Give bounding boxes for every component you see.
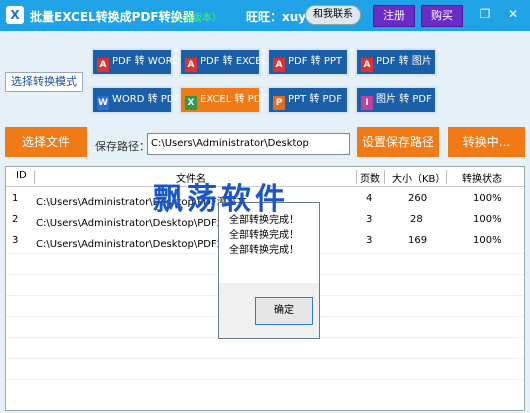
pdf-to-image-button[interactable]: A PDF 转 图片 <box>355 48 437 76</box>
cell-pages: 3 <box>366 235 373 246</box>
ok-button[interactable]: 确定 <box>255 297 313 325</box>
contact-button[interactable]: 和我联系 <box>305 5 361 25</box>
button-label: PDF 转 EXCEL <box>200 56 268 67</box>
buy-button[interactable]: 购买 <box>421 5 463 27</box>
title-bar: X 批量EXCEL转换成PDF转换器 （1.0版本） 旺旺：xuyan3w 和我… <box>0 0 530 31</box>
mode-label: 选择转换模式 <box>5 72 83 92</box>
button-label: PPT 转 PDF <box>288 94 343 105</box>
ppt-to-pdf-button[interactable]: P PPT 转 PDF <box>267 86 349 114</box>
cell-size: 260 <box>408 193 428 204</box>
save-path-field[interactable]: C:\Users\Administrator\Desktop <box>147 133 350 155</box>
excel-icon: X <box>185 96 197 110</box>
cell-id: 3 <box>12 235 19 246</box>
excel-to-pdf-button[interactable]: X EXCEL 转 PDF <box>179 86 267 114</box>
pdf-to-word-button[interactable]: A PDF 转 WORD <box>91 48 180 76</box>
select-file-button[interactable]: 选择文件 <box>5 127 87 157</box>
version-label: （1.0版本） <box>166 13 222 24</box>
cell-status: 100% <box>473 235 502 246</box>
pdf-icon: A <box>97 58 109 72</box>
app-icon: X <box>6 6 24 24</box>
register-button[interactable]: 注册 <box>373 5 415 27</box>
cell-status: 100% <box>473 214 502 225</box>
header-id: ID <box>16 170 27 181</box>
button-label: PDF 转 PPT <box>288 56 343 67</box>
word-icon: W <box>97 96 109 110</box>
cell-pages: 4 <box>366 193 373 204</box>
column-divider[interactable] <box>384 170 385 184</box>
word-to-pdf-button[interactable]: W WORD 转 PDF <box>91 86 180 114</box>
completion-dialog: 全部转换完成！ 全部转换完成！ 全部转换完成！ 确定 <box>218 202 320 339</box>
save-path-label: 保存路径： <box>95 140 150 153</box>
ppt-icon: P <box>273 96 285 110</box>
column-divider[interactable] <box>356 170 357 184</box>
cell-status: 100% <box>473 193 502 204</box>
pdf-to-ppt-button[interactable]: A PDF 转 PPT <box>267 48 349 76</box>
cell-id: 1 <box>12 193 19 204</box>
button-label: 图片 转 PDF <box>376 94 432 105</box>
column-divider[interactable] <box>34 170 35 184</box>
dialog-message: 全部转换完成！ <box>229 245 299 256</box>
pdf-icon: A <box>361 58 373 72</box>
column-divider[interactable] <box>446 170 447 184</box>
image-icon: I <box>361 96 373 110</box>
set-save-path-button[interactable]: 设置保存路径 <box>357 127 439 157</box>
header-size: 大小（KB） <box>392 174 446 185</box>
pdf-icon: A <box>273 58 285 72</box>
header-pages: 页数 <box>360 174 380 185</box>
row-divider <box>6 358 524 359</box>
row-divider <box>6 379 524 380</box>
button-label: WORD 转 PDF <box>112 94 181 105</box>
cell-id: 2 <box>12 214 19 225</box>
convert-button[interactable]: 转换中... <box>448 127 525 157</box>
dialog-message: 全部转换完成！ <box>229 230 299 241</box>
image-to-pdf-button[interactable]: I 图片 转 PDF <box>355 86 437 114</box>
restore-icon[interactable]: ❐ <box>478 7 492 21</box>
cell-size: 28 <box>410 214 423 225</box>
button-label: PDF 转 WORD <box>112 56 181 67</box>
pdf-icon: A <box>185 58 197 72</box>
close-icon[interactable]: ✕ <box>506 7 520 21</box>
pdf-to-excel-button[interactable]: A PDF 转 EXCEL <box>179 48 267 76</box>
cell-pages: 3 <box>366 214 373 225</box>
button-label: PDF 转 图片 <box>376 56 432 67</box>
watermark: 飘荡软件 <box>153 182 289 217</box>
button-label: EXCEL 转 PDF <box>200 94 268 105</box>
header-status: 转换状态 <box>462 174 502 185</box>
cell-size: 169 <box>408 235 428 246</box>
